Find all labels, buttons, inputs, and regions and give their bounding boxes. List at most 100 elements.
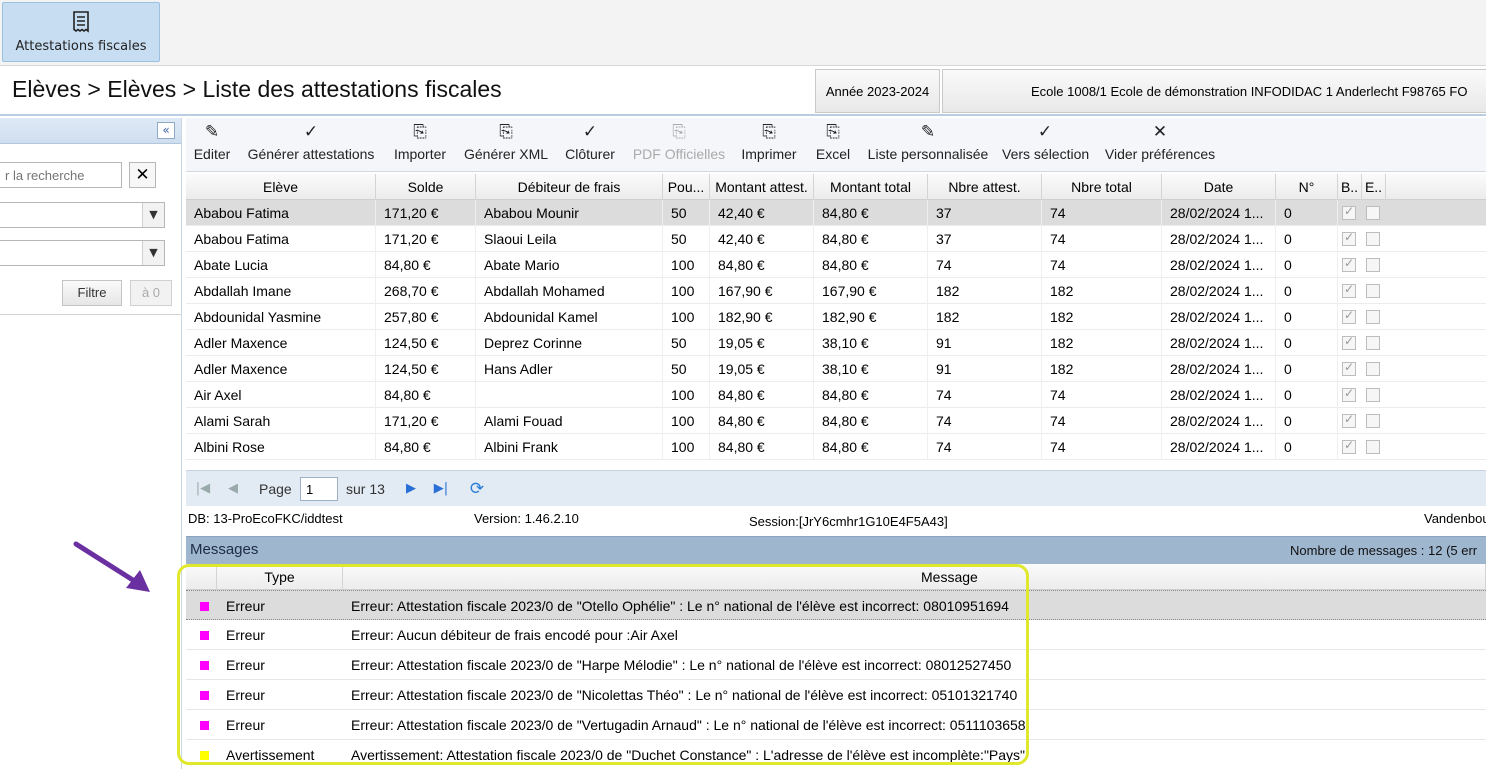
column-header-b[interactable]: B.. (1338, 174, 1362, 200)
cell-solde: 171,20 € (376, 200, 476, 226)
cell-nbre-total: 74 (1042, 226, 1162, 252)
message-text: Erreur: Attestation fiscale 2023/0 de "N… (351, 687, 1018, 703)
import-button[interactable]: ⎘ Importer (390, 118, 450, 172)
reset-zero-button[interactable]: à 0 (130, 280, 172, 306)
checkbox-e[interactable] (1366, 284, 1380, 298)
table-row[interactable]: Abdallah Imane 268,70 € Abdallah Mohamed 10… (186, 278, 1486, 304)
table-row[interactable]: Ababou Fatima 171,20 € Slaoui Leila 50 42,40… (186, 226, 1486, 252)
year-button[interactable]: Année 2023-2024 (815, 69, 940, 113)
checkbox-b[interactable] (1342, 360, 1356, 376)
filter-select-1[interactable]: ▼ (0, 202, 165, 228)
table-row[interactable]: Abate Lucia 84,80 € Abate Mario 100 84,80 €8… (186, 252, 1486, 278)
table-row[interactable]: Air Axel 84,80 €100 84,80 €84,80 €74 74 28/0… (186, 382, 1486, 408)
column-header-nbre-attest[interactable]: Nbre attest. (928, 174, 1042, 200)
first-page-icon[interactable]: |◀ (194, 480, 212, 498)
checkbox-e[interactable] (1366, 388, 1380, 402)
checkbox-e[interactable] (1366, 414, 1380, 428)
to-selection-button[interactable]: ✓ Vers sélection (1002, 118, 1089, 172)
generate-attestations-button[interactable]: ✓ Générer attestations (246, 118, 376, 172)
table-row[interactable]: Albini Rose 84,80 € Albini Frank 100 84,80 €… (186, 434, 1486, 460)
custom-list-button[interactable]: ✎ Liste personnalisée (866, 118, 990, 172)
table-row[interactable]: Abdounidal Yasmine 257,80 € Abdounidal Kam… (186, 304, 1486, 330)
column-header-montant-total[interactable]: Montant total (814, 174, 928, 200)
print-label: Imprimer (741, 146, 797, 162)
generate-xml-button[interactable]: ⎘ Générer XML (464, 118, 548, 172)
column-header-solde[interactable]: Solde (376, 174, 476, 200)
cell-numero: 0 (1276, 278, 1338, 304)
checkbox-b[interactable] (1342, 412, 1356, 428)
checkbox-b[interactable] (1342, 204, 1356, 220)
message-row[interactable]: Erreur Erreur: Attestation fiscale 2023/0… (186, 590, 1486, 620)
search-input[interactable] (0, 162, 122, 188)
cell-numero: 0 (1276, 382, 1338, 408)
cell-montant-total: 182,90 € (814, 304, 928, 330)
next-page-icon[interactable]: ▶ (402, 480, 420, 498)
cell-solde: 171,20 € (376, 408, 476, 434)
checkbox-e[interactable] (1366, 206, 1380, 220)
pdf-officielles-button[interactable]: ⎘ PDF Officielles (632, 118, 726, 172)
cloturer-button[interactable]: ✓ Clôturer (562, 118, 618, 172)
cell-nbre-attest: 74 (928, 382, 1042, 408)
message-row[interactable]: Avertissement Avertissement: Attestation … (186, 740, 1486, 769)
table-row[interactable]: Alami Sarah 171,20 € Alami Fouad 100 84,80 €… (186, 408, 1486, 434)
checkbox-e[interactable] (1366, 258, 1380, 272)
attestations-fiscales-button[interactable]: Attestations fiscales (2, 2, 160, 62)
column-header-nbre-total[interactable]: Nbre total (1042, 174, 1162, 200)
message-row[interactable]: Erreur Erreur: Attestation fiscale 2023/0… (186, 650, 1486, 680)
column-header-numero[interactable]: N° (1276, 174, 1338, 200)
checkbox-b[interactable] (1342, 308, 1356, 324)
cell-solde: 268,70 € (376, 278, 476, 304)
checkbox-e[interactable] (1366, 336, 1380, 350)
checkbox-e[interactable] (1366, 362, 1380, 376)
cell-debiteur: Alami Fouad (476, 408, 663, 434)
check-icon: ✓ (1037, 122, 1053, 141)
column-header-date[interactable]: Date (1162, 174, 1276, 200)
table-row[interactable]: Adler Maxence 124,50 € Deprez Corinne 50 19,… (186, 330, 1486, 356)
school-info[interactable]: Ecole 1008/1 Ecole de démonstration INFO… (942, 69, 1486, 113)
checkbox-b[interactable] (1342, 386, 1356, 402)
cell-nbre-total: 74 (1042, 200, 1162, 226)
edit-button[interactable]: ✎ Editer (190, 118, 234, 172)
message-row[interactable]: Erreur Erreur: Aucun débiteur de frais en… (186, 620, 1486, 650)
excel-button[interactable]: ⎘ Excel (814, 118, 852, 172)
clear-preferences-button[interactable]: ✕ Vider préférences (1104, 118, 1216, 172)
prev-page-icon[interactable]: ◀ (224, 480, 242, 498)
column-header-e[interactable]: E.. (1362, 174, 1386, 200)
checkbox-e[interactable] (1366, 310, 1380, 324)
message-row[interactable]: Erreur Erreur: Attestation fiscale 2023/0… (186, 710, 1486, 740)
cell-montant-attest: 167,90 € (710, 278, 814, 304)
cell-pourcentage: 100 (663, 408, 710, 434)
print-button[interactable]: ⎘ Imprimer (738, 118, 800, 172)
last-page-icon[interactable]: ▶| (432, 480, 450, 498)
xml-icon: ⎘ (499, 122, 513, 141)
column-header-montant-attest[interactable]: Montant attest. (710, 174, 814, 200)
checkbox-e[interactable] (1366, 232, 1380, 246)
cell-eleve: Adler Maxence (186, 356, 376, 382)
filter-select-2[interactable]: ▼ (0, 240, 165, 266)
cell-montant-attest: 42,40 € (710, 226, 814, 252)
checkbox-e[interactable] (1366, 440, 1380, 454)
column-header-eleve[interactable]: Elève (186, 174, 376, 200)
checkbox-b[interactable] (1342, 334, 1356, 350)
table-row[interactable]: Adler Maxence 124,50 € Hans Adler 50 19,05 €… (186, 356, 1486, 382)
cell-date: 28/02/2024 1... (1162, 252, 1276, 278)
header-type[interactable]: Type (217, 564, 343, 590)
clear-search-icon[interactable]: ✕ (129, 162, 156, 188)
custom-list-label: Liste personnalisée (867, 146, 989, 162)
message-row[interactable]: Erreur Erreur: Attestation fiscale 2023/0… (186, 680, 1486, 710)
header-message[interactable]: Message (343, 564, 1486, 590)
filter-button[interactable]: Filtre (62, 280, 122, 306)
left-panel-header: « (0, 118, 181, 144)
print-icon: ⎘ (762, 122, 776, 141)
checkbox-b[interactable] (1342, 230, 1356, 246)
refresh-icon[interactable]: ⟳ (468, 480, 486, 498)
check-icon: ✓ (303, 122, 319, 141)
collapse-panel-icon[interactable]: « (157, 122, 175, 139)
checkbox-b[interactable] (1342, 256, 1356, 272)
page-input[interactable] (300, 477, 338, 501)
checkbox-b[interactable] (1342, 282, 1356, 298)
column-header-pourcentage[interactable]: Pou... (663, 174, 710, 200)
table-row[interactable]: Ababou Fatima 171,20 € Ababou Mounir 50 42,4… (186, 200, 1486, 226)
checkbox-b[interactable] (1342, 438, 1356, 454)
column-header-debiteur[interactable]: Débiteur de frais (476, 174, 663, 200)
